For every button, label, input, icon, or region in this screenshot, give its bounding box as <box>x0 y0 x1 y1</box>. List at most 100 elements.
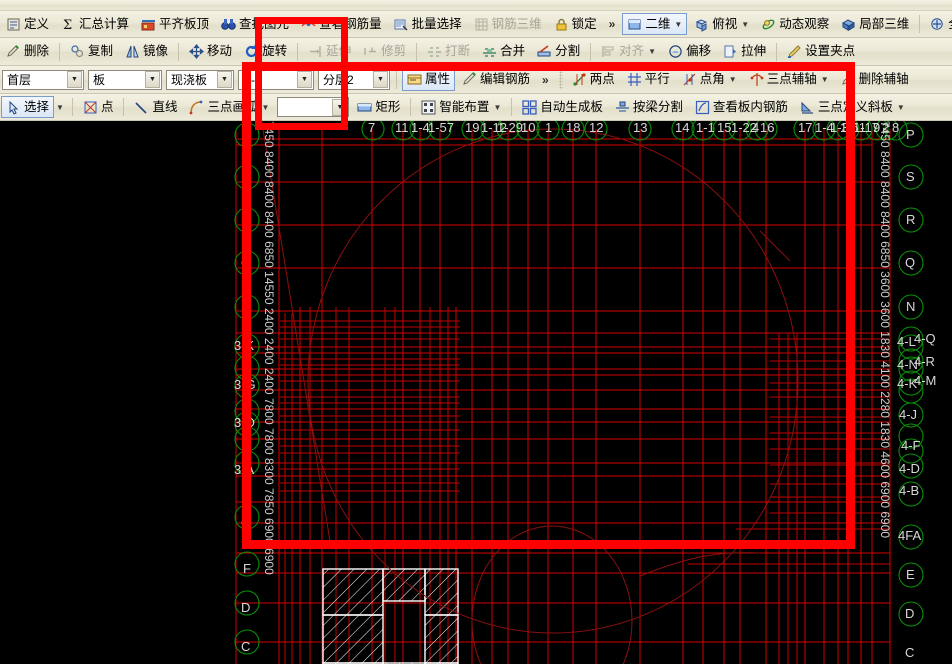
tool-point[interactable]: 点 <box>78 96 119 118</box>
tool-batch-select[interactable]: 批量选择 <box>389 13 467 35</box>
chevron-down-icon[interactable]: ▼ <box>493 103 501 112</box>
toolbar-separator <box>71 98 73 116</box>
three-point-arc-icon <box>189 100 204 115</box>
tool-rotate[interactable]: 旋转 <box>239 41 292 63</box>
chevron-down-icon[interactable]: ▼ <box>373 71 388 88</box>
tool-two-point-axis[interactable]: 两点 <box>567 69 620 91</box>
tool-delete[interactable]: 删除 <box>1 41 54 63</box>
extend-icon <box>308 44 323 59</box>
component-name-combo[interactable]: B-1 ▼ <box>238 69 314 90</box>
tool-lock-label: 锁定 <box>571 16 597 31</box>
tool-auto-generate-slab[interactable]: 自动生成板 <box>517 96 608 118</box>
toolbar-separator <box>776 42 778 61</box>
tool-smart-layout[interactable]: 智能布置 ▼ <box>416 96 506 118</box>
tool-move[interactable]: 移动 <box>184 41 237 63</box>
orbit-icon <box>761 17 776 32</box>
tool-view-rebar-qty-label: 查看钢筋量 <box>319 16 382 31</box>
tool-break[interactable]: 打断 <box>422 41 475 63</box>
move-icon <box>189 44 205 59</box>
tool-parallel-axis[interactable]: 平行 <box>622 69 675 91</box>
tool-break-label: 打断 <box>445 44 471 59</box>
tool-view-rebar-qty[interactable]: 查看钢筋量 <box>296 13 387 35</box>
tool-rebar-3d[interactable]: 钢筋三维 <box>469 13 547 35</box>
toolbar-row-edit[interactable]: 删除 复制 镜像 移动 旋转 延伸 修剪 打断 合并 分割 对齐 ▼ 偏移 拉伸… <box>0 38 952 66</box>
tool-select[interactable]: 选择 <box>1 96 55 118</box>
tool-trim[interactable]: 修剪 <box>358 41 411 63</box>
split-by-beam-icon <box>615 100 630 115</box>
chevron-down-icon[interactable]: ▼ <box>217 71 232 88</box>
chevron-down-icon[interactable]: ▼ <box>332 98 348 116</box>
toolbar-separator <box>297 42 299 61</box>
chevron-down-icon[interactable]: ▼ <box>56 103 64 112</box>
chevron-down-icon[interactable]: ▼ <box>145 71 160 88</box>
component-type-combo[interactable]: 板 ▼ <box>88 69 162 90</box>
tool-find-element[interactable]: 查找图元 <box>216 13 294 35</box>
toolbar-separator <box>410 98 412 116</box>
application-window: 定义 Σ 汇总计算 平齐板顶 查找图元 查看钢筋量 批量选择 钢筋三维 锁定 »… <box>0 0 952 664</box>
tool-point-angle-axis[interactable]: 点角 ▼ <box>677 69 742 91</box>
tool-define[interactable]: 定义 <box>1 13 54 35</box>
two-point-axis-icon <box>572 72 587 87</box>
tool-set-grip[interactable]: 设置夹点 <box>782 41 860 63</box>
tool-fullscreen-label: 全屏 <box>948 18 952 31</box>
chevron-down-icon[interactable]: ▼ <box>821 75 829 84</box>
tool-rectangle[interactable]: 矩形 <box>352 96 405 118</box>
tool-delete-axis[interactable]: 删除辅轴 <box>836 69 914 91</box>
tool-extend[interactable]: 延伸 <box>303 41 356 63</box>
mirror-icon <box>125 44 140 59</box>
floor-combo[interactable]: 首层 ▼ <box>2 69 84 90</box>
tool-rebar-3d-label: 钢筋三维 <box>491 16 542 31</box>
line-icon <box>134 100 149 115</box>
binoculars-icon <box>221 17 236 32</box>
draw-style-combo[interactable]: ▼ <box>277 97 350 117</box>
copy-icon <box>70 44 85 59</box>
floor-plan-drawing[interactable] <box>0 121 952 664</box>
tool-lock[interactable]: 锁定 <box>549 13 602 35</box>
toolbar-row-clipped[interactable] <box>0 0 952 11</box>
toolbar-row-draw[interactable]: 选择 ▼ 点 直线 三点画弧 ▼ ▼ 矩形 智能布置 ▼ 自动生成板 按梁分割 … <box>0 94 952 121</box>
tool-split[interactable]: 分割 <box>532 41 585 63</box>
toolbar-grip[interactable] <box>558 70 563 89</box>
tool-copy[interactable]: 复制 <box>65 41 118 63</box>
chevron-down-icon[interactable]: ▼ <box>261 103 269 112</box>
tool-top-view[interactable]: 俯视 ▼ <box>689 13 754 35</box>
tool-stretch[interactable]: 拉伸 <box>718 41 771 63</box>
tool-align[interactable]: 对齐 ▼ <box>596 41 661 63</box>
chevron-down-icon[interactable]: ▼ <box>741 20 749 29</box>
tool-split-by-beam-label: 按梁分割 <box>632 99 683 114</box>
tool-2d-view[interactable]: 二维 ▼ <box>622 13 688 35</box>
split-icon <box>537 44 552 59</box>
tool-summary-calc[interactable]: Σ 汇总计算 <box>56 13 134 35</box>
tool-offset[interactable]: 偏移 <box>663 41 716 63</box>
tool-align-slab-top[interactable]: 平齐板顶 <box>136 13 214 35</box>
chevron-down-icon[interactable]: ▼ <box>297 71 312 88</box>
tool-properties[interactable]: 属性 <box>402 68 456 91</box>
tool-fullscreen[interactable]: 全屏 <box>925 13 952 35</box>
tool-orbit[interactable]: 动态观察 <box>756 13 834 35</box>
merge-icon <box>482 44 497 59</box>
view-slab-rebar-icon <box>695 100 710 115</box>
chevron-down-icon[interactable]: ▼ <box>897 103 905 112</box>
tool-local-3d[interactable]: 局部三维 <box>836 13 914 35</box>
toolbar-row-selector[interactable]: 首层 ▼ 板 ▼ 现浇板 ▼ B-1 ▼ 分层2 ▼ 属性 编辑钢筋 » 两点 … <box>0 66 952 94</box>
tool-view-slab-rebar[interactable]: 查看板内钢筋 <box>690 96 793 118</box>
cad-drawing-canvas[interactable]: P S R Q N 3-K 3-G 3-D 3-A G F D C P S R … <box>0 121 952 664</box>
toolbar-overflow-button-1[interactable]: » <box>603 17 622 31</box>
tool-three-point-arc[interactable]: 三点画弧 ▼ <box>184 96 274 118</box>
tool-split-by-beam[interactable]: 按梁分割 <box>610 96 688 118</box>
toolbar-overflow-button-3[interactable]: » <box>536 73 555 87</box>
tool-merge[interactable]: 合并 <box>477 41 530 63</box>
layer-combo[interactable]: 分层2 ▼ <box>318 69 390 90</box>
tool-line[interactable]: 直线 <box>129 96 182 118</box>
tool-edit-rebar[interactable]: 编辑钢筋 <box>457 69 535 91</box>
chevron-down-icon[interactable]: ▼ <box>729 75 737 84</box>
chevron-down-icon[interactable]: ▼ <box>648 47 656 56</box>
component-subtype-combo[interactable]: 现浇板 ▼ <box>166 69 234 90</box>
chevron-down-icon[interactable]: ▼ <box>674 20 682 29</box>
tool-three-point-axis[interactable]: 三点辅轴 ▼ <box>744 69 834 91</box>
tool-three-point-slope-slab-label: 三点定义斜板 <box>817 99 893 114</box>
tool-three-point-slope-slab[interactable]: 三点定义斜板 ▼ <box>795 96 910 118</box>
toolbar-row-main[interactable]: 定义 Σ 汇总计算 平齐板顶 查找图元 查看钢筋量 批量选择 钢筋三维 锁定 »… <box>0 11 952 38</box>
chevron-down-icon[interactable]: ▼ <box>67 71 82 88</box>
tool-mirror[interactable]: 镜像 <box>120 41 173 63</box>
